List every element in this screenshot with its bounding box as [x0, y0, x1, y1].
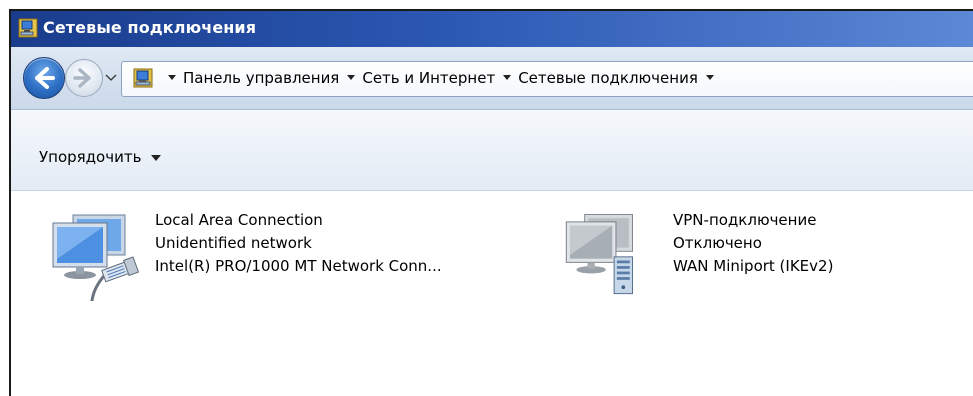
arrow-left-icon [35, 67, 55, 89]
control-panel-icon [133, 68, 153, 88]
breadcrumb: Панель управления Сеть и Интернет Сетевые … [160, 69, 721, 87]
vpn-connection-icon [565, 214, 633, 295]
breadcrumb-network-internet[interactable]: Сеть и Интернет [362, 69, 495, 87]
navigation-bar: Панель управления Сеть и Интернет Сетевые … [11, 47, 973, 110]
connection-device: Intel(R) PRO/1000 MT Network Conn... [155, 257, 442, 275]
connections-list: Local Area Connection Unidentified netwo… [11, 191, 973, 396]
network-adapter-ethernet-icon [52, 214, 139, 301]
network-connections-icon [18, 18, 38, 38]
chevron-down-icon[interactable] [168, 75, 176, 80]
connection-status: Отключено [673, 234, 762, 252]
recent-pages-dropdown-icon[interactable] [105, 74, 117, 82]
window-title: Сетевые подключения [43, 18, 257, 37]
arrow-right-icon [73, 68, 91, 88]
back-button[interactable] [23, 57, 65, 99]
title-bar[interactable]: Сетевые подключения [11, 11, 973, 47]
organize-label: Упорядочить [39, 148, 142, 166]
command-bar: Упорядочить [11, 110, 973, 191]
breadcrumb-network-connections[interactable]: Сетевые подключения [518, 69, 698, 87]
connection-name: VPN-подключение [673, 211, 817, 229]
connection-name: Local Area Connection [155, 211, 323, 229]
screenshot-background: Сетевые подключения Панель управления Се… [0, 0, 973, 396]
organize-button[interactable]: Упорядочить [39, 148, 162, 166]
breadcrumb-control-panel[interactable]: Панель управления [183, 69, 339, 87]
explorer-window: Сетевые подключения Панель управления Се… [9, 9, 973, 396]
chevron-down-icon [151, 154, 162, 161]
chevron-down-icon[interactable] [503, 75, 512, 80]
chevron-down-icon[interactable] [347, 75, 356, 80]
connection-item-vpn[interactable]: VPN-подключение Отключено WAN Miniport (… [559, 209, 959, 309]
connection-device: WAN Miniport (IKEv2) [673, 257, 834, 275]
forward-button[interactable] [65, 59, 103, 97]
connection-item-local-area[interactable]: Local Area Connection Unidentified netwo… [49, 209, 529, 301]
chevron-down-icon[interactable] [705, 75, 714, 80]
connection-status: Unidentified network [155, 234, 312, 252]
address-bar[interactable]: Панель управления Сеть и Интернет Сетевые … [121, 61, 973, 97]
